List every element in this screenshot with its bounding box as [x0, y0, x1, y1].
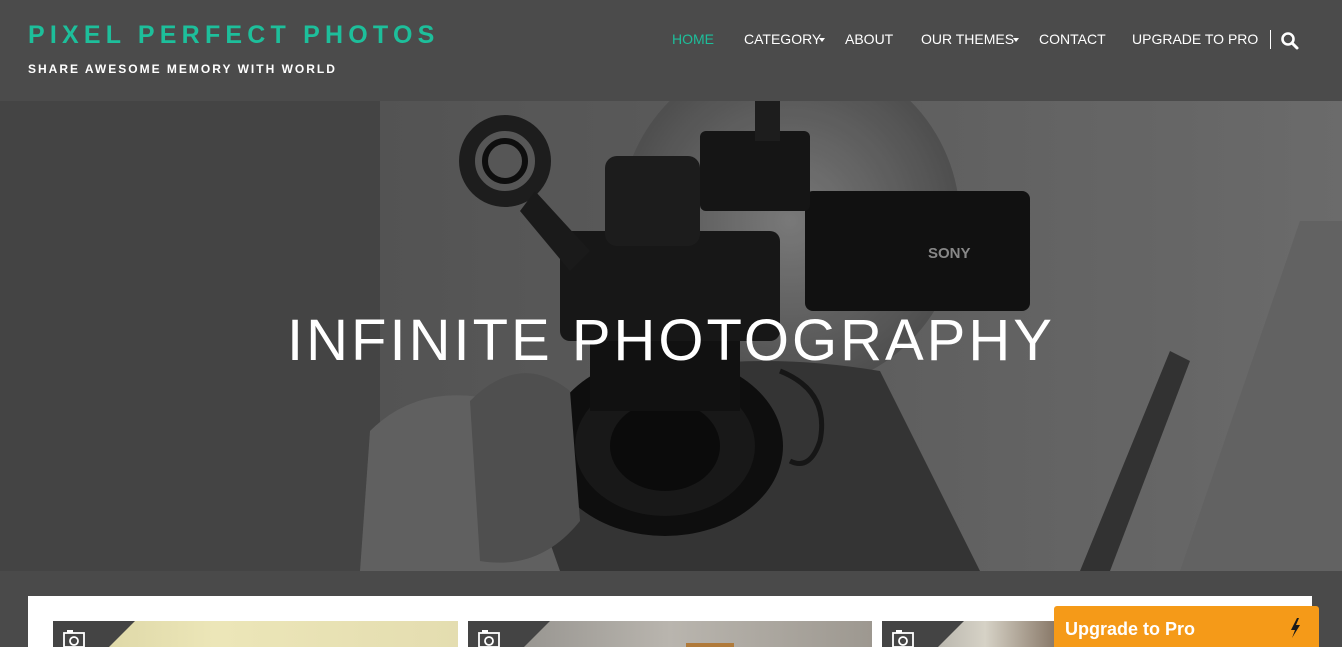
search-icon[interactable]	[1280, 31, 1300, 51]
chevron-down-icon	[819, 38, 825, 42]
nav-upgrade-to-pro[interactable]: UPGRADE TO PRO	[1132, 31, 1258, 49]
nav-category[interactable]: CATEGORY	[744, 31, 821, 49]
camera-icon	[892, 630, 914, 647]
nav-contact[interactable]: CONTACT	[1039, 31, 1106, 49]
site-header: PIXEL PERFECT PHOTOS SHARE AWESOME MEMOR…	[0, 0, 1342, 101]
site-tagline: SHARE AWESOME MEMORY WITH WORLD	[28, 62, 337, 76]
post-thumbnail[interactable]	[882, 621, 1054, 647]
bolt-icon	[1291, 618, 1300, 638]
upgrade-to-pro-label: Upgrade to Pro	[1065, 619, 1196, 639]
nav-about[interactable]: ABOUT	[845, 31, 893, 49]
hero-banner: SONY INFINITE PHOTOGRAPHY	[0, 101, 1342, 571]
post-thumbnail[interactable]	[468, 621, 872, 647]
nav-divider	[1270, 30, 1271, 49]
nav-our-themes[interactable]: OUR THEMES	[921, 31, 1014, 49]
nav-home[interactable]: HOME	[672, 31, 714, 49]
site-title[interactable]: PIXEL PERFECT PHOTOS	[28, 21, 439, 50]
post-thumbnail[interactable]	[53, 621, 458, 647]
upgrade-to-pro-button[interactable]: Upgrade to Pro	[1054, 606, 1319, 647]
camera-icon	[478, 630, 500, 647]
hero-title: INFINITE PHOTOGRAPHY	[287, 308, 1055, 373]
chevron-down-icon	[1013, 38, 1019, 42]
camera-icon	[63, 630, 85, 647]
